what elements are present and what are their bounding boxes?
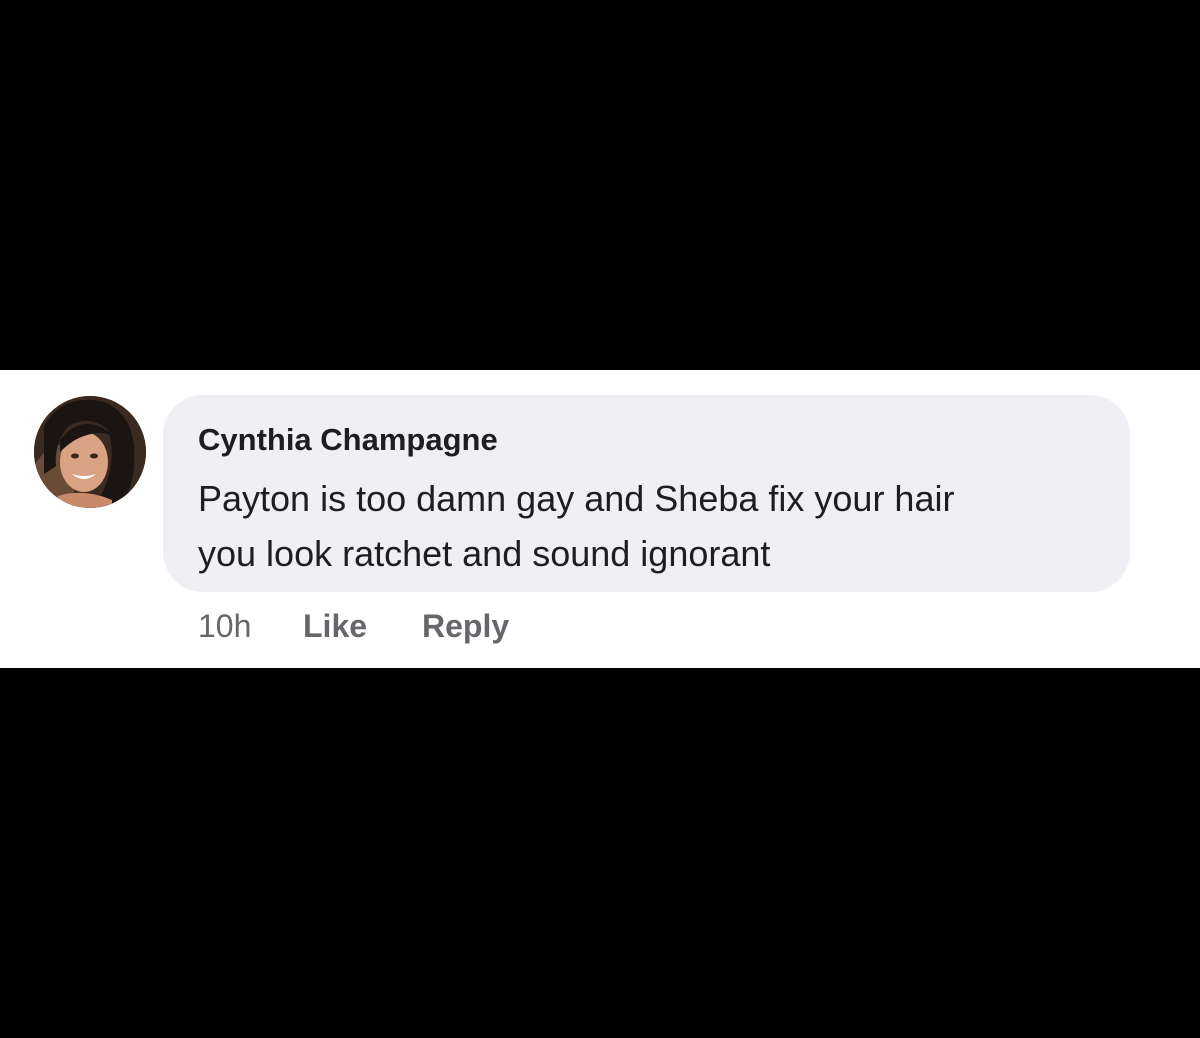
comment-bubble: Cynthia Champagne Payton is too damn gay…: [163, 395, 1130, 592]
avatar-photo-icon: [34, 396, 146, 508]
comment-text-line: you look ratchet and sound ignorant: [198, 533, 771, 574]
comment-text: Payton is too damn gay and Sheba fix you…: [198, 471, 1118, 581]
letterbox-top: [0, 0, 1200, 370]
letterbox-bottom: [0, 668, 1200, 1038]
reply-button[interactable]: Reply: [422, 608, 509, 645]
comment-author[interactable]: Cynthia Champagne: [198, 422, 498, 458]
like-button[interactable]: Like: [303, 608, 367, 645]
comment-timestamp[interactable]: 10h: [198, 608, 251, 645]
avatar[interactable]: [34, 396, 146, 508]
comment-text-line: Payton is too damn gay and Sheba fix you…: [198, 478, 955, 519]
comment-item: Cynthia Champagne Payton is too damn gay…: [0, 370, 1200, 668]
